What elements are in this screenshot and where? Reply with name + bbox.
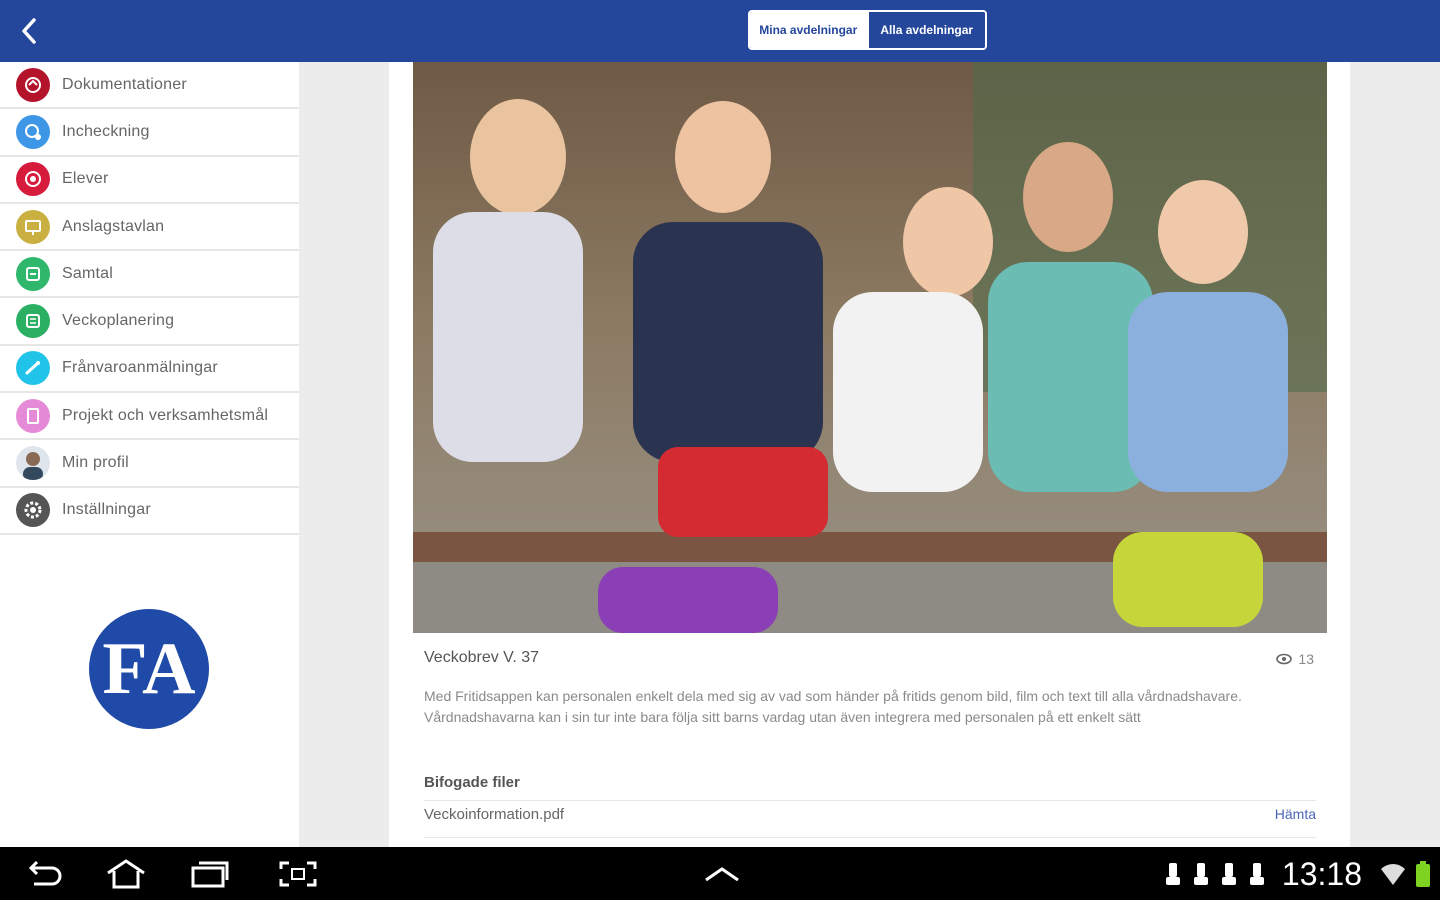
attachments-heading: Bifogade filer — [424, 774, 1316, 801]
sidebar-item-label: Samtal — [62, 264, 113, 282]
sidebar-item-weekly-planning[interactable]: Veckoplanering — [0, 298, 299, 346]
bulletin-board-icon — [16, 209, 50, 244]
back-arrow-icon — [28, 860, 62, 886]
settings-gear-icon — [16, 493, 50, 528]
sidebar-item-label: Min profil — [62, 454, 129, 472]
screenshot-icon — [279, 861, 317, 887]
post-body: Med Fritidsappen kan personalen enkelt d… — [424, 688, 1242, 725]
sidebar-item-checkin[interactable]: Incheckning — [0, 109, 299, 157]
department-segmented-control: Mina avdelningar Alla avdelningar — [748, 10, 987, 50]
usb-notification-icon — [1165, 863, 1180, 885]
usb-notification-icon — [1249, 863, 1264, 885]
tab-my-departments[interactable]: Mina avdelningar — [750, 12, 867, 48]
sidebar-item-label: Incheckning — [62, 122, 150, 140]
svg-text:FA: FA — [102, 628, 195, 710]
view-count: 13 — [1276, 651, 1314, 667]
nav-recent-apps-button[interactable] — [188, 857, 232, 891]
status-clock: 13:18 — [1281, 855, 1362, 892]
battery-icon — [1416, 861, 1430, 887]
sidebar-item-settings[interactable]: Inställningar — [0, 488, 299, 535]
sidebar-item-label: Anslagstavlan — [62, 217, 165, 235]
checkin-icon — [16, 114, 50, 149]
view-count-value: 13 — [1298, 651, 1314, 667]
sidebar-item-label: Veckoplanering — [62, 312, 175, 330]
home-icon — [107, 859, 145, 889]
chevron-up-icon — [705, 867, 739, 882]
nav-screenshot-button[interactable] — [276, 857, 320, 891]
sidebar-item-documentation[interactable]: Dokumentationer — [0, 62, 299, 110]
attachment-row: Veckoinformation.pdf Hämta — [424, 806, 1316, 838]
sidebar-item-label: Elever — [62, 170, 109, 188]
nav-expand-button[interactable] — [700, 857, 744, 891]
sidebar-item-label: Frånvaroanmälningar — [62, 359, 218, 377]
post-photo — [413, 62, 1327, 633]
sidebar-item-students[interactable]: Elever — [0, 157, 299, 204]
weekly-planning-icon — [16, 304, 50, 339]
fa-logo: FA — [89, 609, 209, 729]
sidebar-item-absence-reports[interactable]: Frånvaroanmälningar — [0, 346, 299, 394]
sidebar-item-conversation[interactable]: Samtal — [0, 251, 299, 299]
usb-notification-icon — [1193, 863, 1208, 885]
sidebar-item-label: Dokumentationer — [62, 75, 187, 93]
conversation-icon — [16, 256, 50, 291]
post-title: Veckobrev V. 37 — [424, 649, 540, 666]
sidebar-item-label: Projekt och verksamhetsmål — [62, 406, 269, 424]
nav-back-button[interactable] — [22, 857, 66, 891]
nav-home-button[interactable] — [104, 857, 148, 891]
status-tray: 13:18 — [1164, 855, 1430, 893]
sidebar-item-label: Inställningar — [62, 501, 151, 519]
tab-all-departments[interactable]: Alla avdelningar — [866, 12, 985, 48]
documentation-icon — [16, 67, 50, 102]
students-icon — [16, 162, 50, 197]
system-navigation-bar: 13:18 — [0, 847, 1440, 900]
post-detail: Veckobrev V. 37 13 Med Fritidsappen kan … — [389, 62, 1350, 847]
absence-report-icon — [16, 351, 50, 386]
top-app-bar: Mina avdelningar Alla avdelningar — [0, 0, 1440, 62]
eye-icon — [1276, 653, 1293, 665]
recent-apps-icon — [191, 861, 229, 888]
sidebar-item-my-profile[interactable]: Min profil — [0, 440, 299, 488]
wifi-icon — [1381, 864, 1405, 885]
chevron-left-icon — [22, 18, 36, 44]
sidebar-item-project-goals[interactable]: Projekt och verksamhetsmål — [0, 393, 299, 441]
profile-avatar-icon — [16, 446, 50, 481]
sidebar-item-bulletin-board[interactable]: Anslagstavlan — [0, 204, 299, 252]
download-link[interactable]: Hämta — [1275, 806, 1316, 822]
attachment-file-name: Veckoinformation.pdf — [424, 806, 565, 823]
usb-notification-icon — [1221, 863, 1236, 885]
back-button[interactable] — [12, 14, 46, 48]
sidebar-menu: Dokumentationer Incheckning Elever Ansla… — [0, 62, 299, 847]
project-goals-icon — [16, 398, 50, 433]
